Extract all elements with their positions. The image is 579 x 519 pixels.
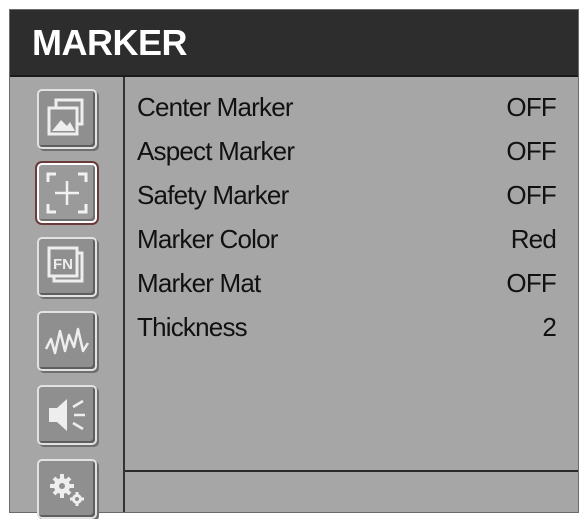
menu-item-label: Marker Color [137,224,278,254]
menu-item-safety-marker[interactable]: Safety Marker OFF [137,174,557,216]
speaker-icon [49,399,85,431]
sidebar-item-marker[interactable] [37,163,97,223]
waveform-icon [44,327,90,355]
menu-item-value: OFF [506,268,556,298]
function-key-icon: FN [47,246,84,283]
menu-item-value: OFF [506,92,556,122]
menu-item-marker-mat[interactable]: Marker Mat OFF [137,262,557,304]
menu-item-thickness[interactable]: Thickness 2 [137,306,557,348]
gears-icon [50,474,84,506]
menu-item-center-marker[interactable]: Center Marker OFF [137,86,557,128]
marker-osd-panel: MARKER FN Center Marker OFF Aspect Marke… [9,9,579,519]
picture-icon [47,98,84,136]
menu-item-label: Safety Marker [137,180,289,210]
menu-item-label: Marker Mat [137,268,261,298]
sidebar-item-waveform[interactable] [37,311,97,371]
footer-divider [125,470,578,472]
menu-item-value: OFF [506,180,556,210]
menu-item-label: Aspect Marker [137,136,295,166]
page-title: MARKER [32,22,188,63]
menu-content: Center Marker OFF Aspect Marker OFF Safe… [125,77,578,512]
menu-item-aspect-marker[interactable]: Aspect Marker OFF [137,130,557,172]
sidebar-item-picture[interactable] [37,89,97,149]
menu-item-label: Center Marker [137,92,294,122]
marker-crosshair-icon [46,172,88,214]
sidebar-item-function[interactable]: FN [37,237,97,297]
sidebar-item-audio[interactable] [37,385,97,445]
svg-text:FN: FN [53,256,73,273]
menu-item-value: Red [510,224,557,254]
category-sidebar: FN [10,77,125,519]
menu-item-value: 2 [542,312,556,342]
menu-header: MARKER [10,10,578,77]
menu-item-marker-color[interactable]: Marker Color Red [137,218,557,260]
menu-item-label: Thickness [137,312,248,342]
sidebar-item-system[interactable] [37,459,97,519]
menu-item-value: OFF [506,136,556,166]
